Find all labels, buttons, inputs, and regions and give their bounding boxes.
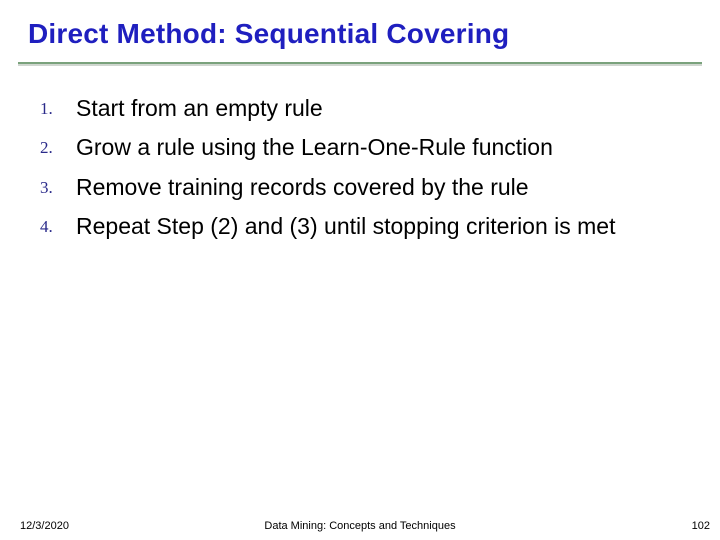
- list-text: Start from an empty rule: [76, 94, 323, 123]
- list-text: Grow a rule using the Learn-One-Rule fun…: [76, 133, 553, 162]
- footer-page-number: 102: [692, 520, 710, 532]
- slide-title: Direct Method: Sequential Covering: [0, 0, 720, 58]
- list-text: Repeat Step (2) and (3) until stopping c…: [76, 212, 616, 241]
- list-number: 4.: [40, 212, 76, 237]
- list-text: Remove training records covered by the r…: [76, 173, 529, 202]
- list-number: 3.: [40, 173, 76, 198]
- list-item: 3. Remove training records covered by th…: [40, 173, 680, 202]
- slide-content: 1. Start from an empty rule 2. Grow a ru…: [0, 68, 720, 242]
- footer-title: Data Mining: Concepts and Techniques: [0, 520, 720, 532]
- ordered-list: 1. Start from an empty rule 2. Grow a ru…: [40, 94, 680, 242]
- title-underline: [18, 62, 702, 68]
- list-item: 2. Grow a rule using the Learn-One-Rule …: [40, 133, 680, 162]
- slide: Direct Method: Sequential Covering 1. St…: [0, 0, 720, 540]
- list-item: 1. Start from an empty rule: [40, 94, 680, 123]
- list-number: 2.: [40, 133, 76, 158]
- list-number: 1.: [40, 94, 76, 119]
- list-item: 4. Repeat Step (2) and (3) until stoppin…: [40, 212, 680, 241]
